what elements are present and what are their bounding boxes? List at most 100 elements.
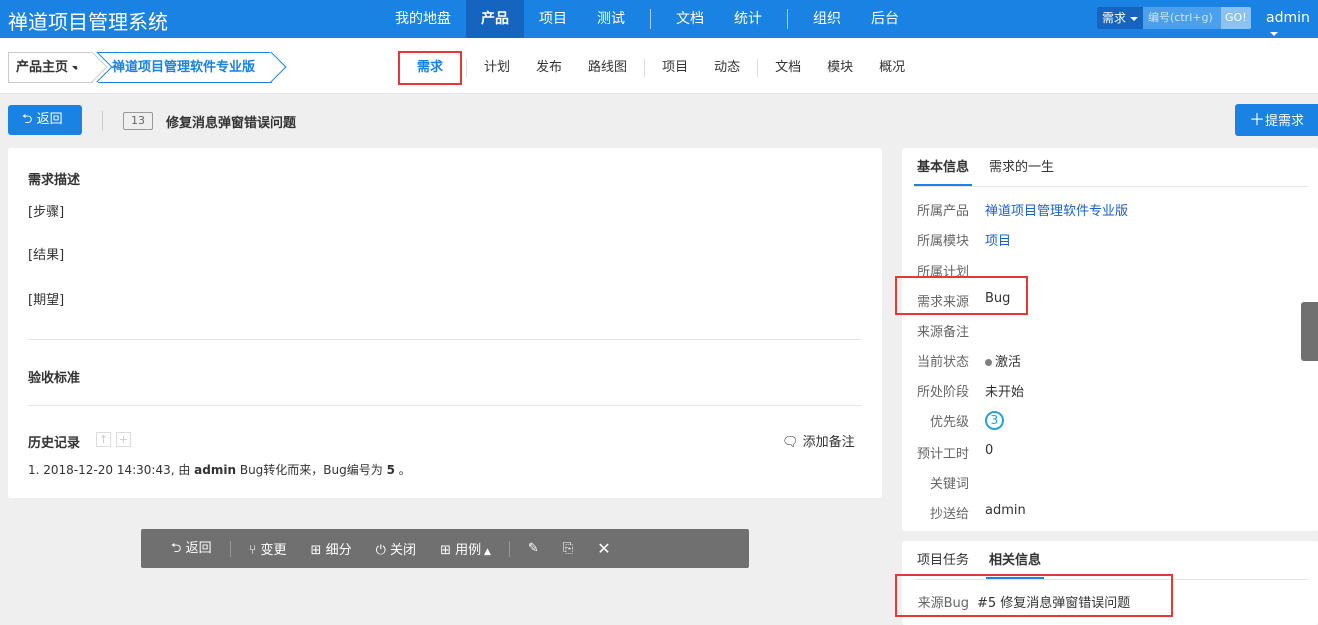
info-tabs: 基本信息 需求的一生 — [914, 160, 1308, 187]
plus-icon: ＋ — [1249, 110, 1266, 129]
nav-my[interactable]: 我的地盘 — [380, 0, 466, 38]
nav-product[interactable]: 产品 — [466, 0, 524, 38]
history-text: 1. 2018-12-20 14:30:43, 由 — [28, 463, 195, 477]
close-story-button[interactable]: ⏻ 关闭 — [364, 539, 428, 558]
subnav-module[interactable]: 模块 — [814, 53, 866, 83]
info-value: admin — [985, 503, 1026, 518]
toolbar-back-button[interactable]: ⮌ 返回 — [159, 537, 224, 561]
divider — [102, 111, 103, 131]
power-icon: ⏻ — [375, 543, 386, 558]
history-item: 1. 2018-12-20 14:30:43, 由 admin Bug转化而来，… — [28, 461, 411, 478]
top-navbar: 禅道项目管理系统 我的地盘 产品 项目 测试 文档 统计 组织 后台 需求 编号… — [0, 0, 1318, 38]
add-story-button[interactable]: ＋提需求 — [1235, 104, 1318, 136]
search-go-button[interactable]: GO! — [1221, 7, 1251, 29]
basic-info-card: 基本信息 需求的一生 所属产品 禅道项目管理软件专业版 所属模块 项目 所属计划 需… — [902, 148, 1318, 531]
comment-icon: 🗨 — [782, 435, 799, 450]
history-text: Bug转化而来，Bug编号为 — [236, 463, 387, 477]
status-text: 激活 — [995, 355, 1022, 370]
split-button[interactable]: ⊞ 细分 — [299, 539, 364, 558]
subnav-plan[interactable]: 计划 — [471, 53, 523, 83]
nav-report[interactable]: 统计 — [719, 0, 777, 38]
user-name: admin — [1266, 10, 1310, 26]
subnav-roadmap[interactable]: 路线图 — [575, 53, 640, 83]
info-key: 关键词 — [929, 477, 969, 492]
app-logo[interactable]: 禅道项目管理系统 — [8, 6, 168, 35]
breadcrumb-arrow — [255, 51, 287, 83]
nav-divider — [787, 9, 788, 29]
info-row-status: 当前状态 激活 — [902, 351, 1318, 373]
back-label: 返回 — [36, 112, 63, 127]
main-nav: 我的地盘 产品 项目 测试 文档 统计 组织 后台 — [380, 0, 914, 38]
arrow-up-icon[interactable]: ↑ — [96, 432, 111, 447]
copy-icon: ⎘ — [562, 541, 574, 556]
plus-icon[interactable]: + — [116, 432, 131, 447]
back-button[interactable]: ⮌ 返回 — [8, 105, 82, 135]
edit-icon: ✎ — [527, 541, 539, 556]
story-title-bar: ⮌ 返回 13 修复消息弹窗错误问题 ＋提需求 — [0, 95, 1318, 147]
toolbar-back-label: 返回 — [185, 540, 212, 556]
nav-test[interactable]: 测试 — [582, 0, 640, 38]
breadcrumb-product-label: 禅道项目管理软件专业版 — [112, 60, 256, 75]
nav-project[interactable]: 项目 — [524, 0, 582, 38]
fork-icon: ⑂ — [248, 543, 257, 558]
tab-basic-info[interactable]: 基本信息 — [914, 160, 973, 186]
copy-button[interactable]: ⎘ — [551, 541, 585, 556]
history-user: admin — [194, 463, 237, 477]
info-row-product: 所属产品 禅道项目管理软件专业版 — [902, 200, 1318, 222]
sidebar-toggle-handle[interactable] — [1301, 302, 1318, 361]
subnav-project[interactable]: 项目 — [649, 53, 701, 83]
subnav-dynamic[interactable]: 动态 — [701, 53, 753, 83]
add-note-label: 添加备注 — [802, 435, 855, 450]
history-text: 。 — [394, 463, 411, 477]
info-key: 抄送给 — [929, 507, 969, 522]
story-id-badge: 13 — [123, 112, 153, 130]
nav-admin[interactable]: 后台 — [856, 0, 914, 38]
breadcrumb-home-label: 产品主页 — [16, 60, 69, 75]
breadcrumb-product-select[interactable]: 禅道项目管理软件专业版 — [81, 51, 287, 83]
search-input[interactable]: 编号(ctrl+g) — [1143, 7, 1222, 29]
info-value: 0 — [985, 443, 994, 458]
highlight-box — [895, 276, 1028, 315]
subnav-release[interactable]: 发布 — [523, 53, 575, 83]
priority-badge: 3 — [985, 411, 1004, 430]
split-label: 细分 — [325, 543, 352, 558]
info-row-estimate: 预计工时 0 — [902, 443, 1318, 465]
action-toolbar: ⮌ 返回 ⑂ 变更 ⊞ 细分 ⏻ 关闭 ⊞ 用例 ▲ ✎ ⎘ ✕ — [141, 529, 749, 568]
breadcrumb-product-home[interactable]: 产品主页 — [8, 51, 108, 83]
search-type-select[interactable]: 需求 — [1097, 7, 1144, 29]
info-key: 所属模块 — [916, 234, 969, 249]
divider — [28, 339, 861, 340]
delete-button[interactable]: ✕ — [585, 539, 622, 558]
subnav-story[interactable]: 需求 — [398, 51, 463, 85]
undo-icon: ⮌ — [171, 540, 182, 556]
info-module-link[interactable]: 项目 — [985, 230, 1011, 249]
toolbar-divider — [508, 540, 510, 557]
tab-story-life[interactable]: 需求的一生 — [986, 160, 1057, 186]
sitemap-icon: ⊞ — [440, 543, 451, 558]
info-status-value: 激活 — [985, 351, 1021, 370]
description-title: 需求描述 — [28, 173, 81, 188]
edit-button[interactable]: ✎ — [516, 541, 551, 556]
subnav-doc[interactable]: 文档 — [762, 53, 814, 83]
nav-company[interactable]: 组织 — [798, 0, 856, 38]
info-product-link[interactable]: 禅道项目管理软件专业版 — [985, 200, 1128, 219]
info-value: 未开始 — [985, 385, 1025, 400]
add-note-button[interactable]: 🗨 添加备注 — [782, 431, 855, 450]
story-detail-card: 需求描述 [步骤] [结果] [期望] 验收标准 历史记录 ↑ + 🗨 添加备注… — [8, 148, 882, 498]
status-dot-icon — [985, 359, 992, 366]
caret-up-icon: ▲ — [481, 547, 491, 557]
history-bug-no: 5 — [386, 463, 395, 477]
case-dropdown-button[interactable]: ⊞ 用例 ▲ — [428, 539, 503, 558]
sitemap-icon: ⊞ — [310, 543, 322, 558]
subnav-view[interactable]: 概况 — [866, 53, 918, 83]
info-key: 当前状态 — [916, 355, 969, 370]
description-steps: [步骤] — [28, 205, 65, 220]
change-button[interactable]: ⑂ 变更 — [237, 539, 299, 558]
info-key: 来源备注 — [916, 325, 969, 340]
divider — [28, 405, 861, 406]
nav-doc[interactable]: 文档 — [661, 0, 719, 38]
undo-icon: ⮌ — [22, 112, 33, 127]
info-key: 优先级 — [929, 415, 969, 430]
close-label: 关闭 — [390, 543, 417, 558]
subnav-divider — [757, 59, 759, 77]
